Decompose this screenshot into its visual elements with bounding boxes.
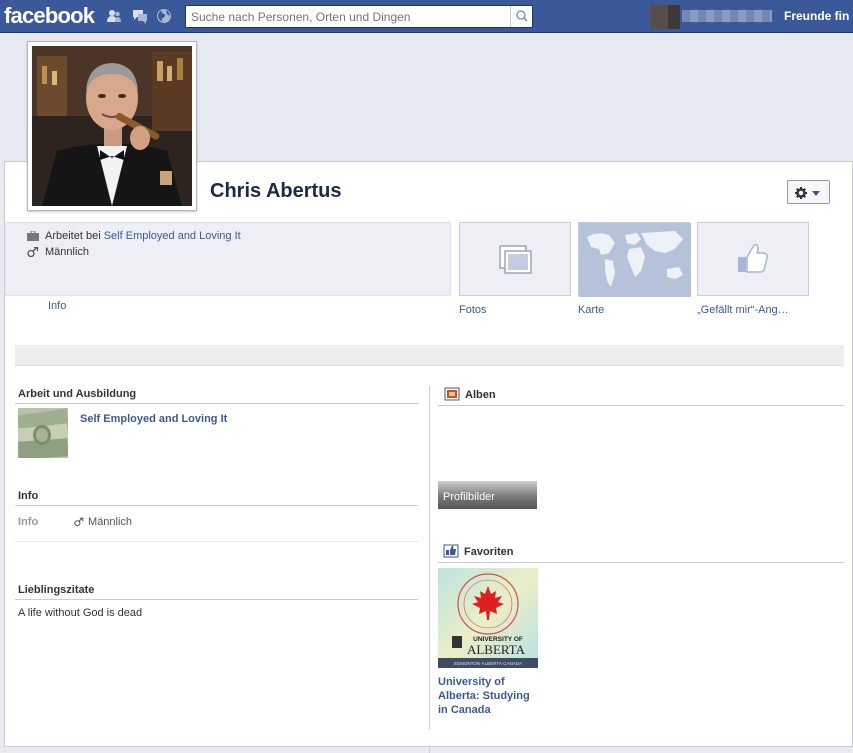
employer-link[interactable]: Self Employed and Loving It (104, 230, 241, 242)
map-tile-label[interactable]: Karte (578, 304, 604, 316)
top-bar: facebook Freunde fin (0, 0, 853, 33)
divider (438, 405, 844, 406)
favorite-quote: A life without God is dead (18, 607, 143, 619)
employer-thumbnail[interactable] (18, 408, 68, 458)
album-label[interactable]: Profilbilder (443, 491, 495, 503)
user-name-blurred[interactable] (682, 10, 772, 22)
search-input[interactable] (186, 6, 511, 27)
gender-summary-row: Männlich (27, 246, 89, 258)
divider (15, 403, 418, 404)
notifications-globe-icon[interactable] (156, 8, 172, 24)
divider (15, 541, 418, 542)
favorite-page-title[interactable]: University of Alberta: Studying in Canad… (438, 675, 538, 717)
photos-tile[interactable] (459, 222, 571, 296)
favorite-quotes-heading: Lieblingszitate (18, 584, 95, 596)
divider (15, 599, 418, 600)
photos-tile-label[interactable]: Fotos (459, 304, 487, 316)
divider (438, 562, 844, 563)
info-link[interactable]: Info (48, 300, 66, 312)
info-row-value: Männlich (74, 516, 132, 528)
favorites-icon (443, 544, 459, 558)
briefcase-icon (27, 231, 39, 241)
settings-dropdown-button[interactable] (787, 180, 830, 204)
map-icon (579, 223, 691, 297)
employer-entry-link[interactable]: Self Employed and Loving It (80, 413, 227, 425)
favorites-heading: Favoriten (464, 546, 514, 558)
section-divider-bar (15, 345, 844, 366)
info-heading: Info (18, 490, 39, 502)
column-divider (429, 386, 430, 729)
albums-icon (444, 387, 460, 401)
logo-text-alberta: ALBERTA (467, 642, 526, 657)
male-icon (74, 517, 84, 527)
info-row-label: Info (18, 516, 39, 528)
column-divider (429, 746, 430, 753)
gender-value: Männlich (45, 246, 90, 258)
magnifier-icon (516, 10, 528, 22)
info-gender-text: Männlich (88, 516, 133, 528)
favorite-page-image[interactable]: UNIVERSITY OF ALBERTA EDMONTON·ALBERTA·C… (438, 568, 538, 668)
profile-photo (32, 46, 192, 206)
photos-icon (499, 245, 532, 274)
search-box (185, 5, 533, 28)
chevron-down-icon (812, 191, 820, 196)
find-friends-link[interactable]: Freunde fin (784, 9, 849, 23)
logo-text-location: EDMONTON·ALBERTA·CANADA (454, 661, 522, 666)
search-button[interactable] (510, 6, 532, 27)
facebook-logo[interactable]: facebook (4, 3, 95, 29)
gear-icon (795, 187, 820, 199)
likes-tile-label[interactable]: „Gefällt mir“-Ang… (697, 304, 789, 316)
user-avatar[interactable] (650, 5, 680, 29)
profile-name: Chris Abertus (210, 180, 342, 202)
map-tile[interactable] (578, 222, 691, 297)
like-icon (738, 243, 768, 273)
friend-requests-icon[interactable] (106, 8, 122, 24)
male-icon (27, 247, 39, 257)
profile-picture[interactable] (27, 41, 197, 211)
university-logo: UNIVERSITY OF ALBERTA EDMONTON·ALBERTA·C… (438, 568, 538, 668)
works-prefix: Arbeitet bei (45, 230, 101, 242)
work-summary-row: Arbeitet bei Self Employed and Loving It (27, 230, 241, 242)
work-education-heading: Arbeit und Ausbildung (18, 388, 137, 400)
divider (15, 505, 418, 506)
messages-icon[interactable] (132, 8, 148, 24)
likes-tile[interactable] (697, 222, 809, 296)
albums-heading: Alben (465, 389, 496, 401)
